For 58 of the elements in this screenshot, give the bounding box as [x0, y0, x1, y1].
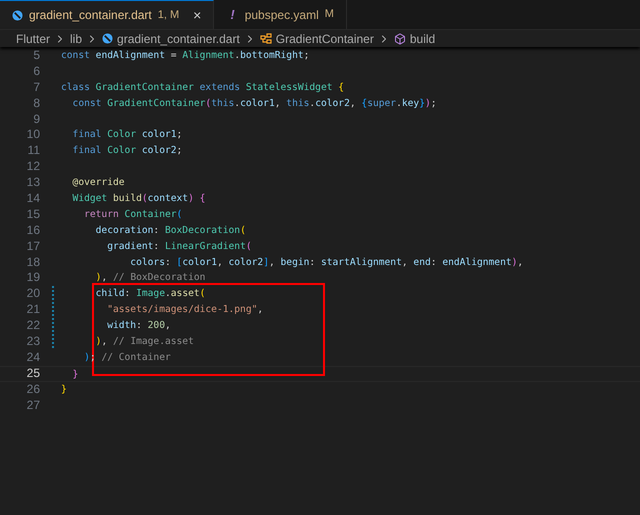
line-number: 6	[33, 64, 40, 80]
dart-icon	[12, 10, 23, 20]
code-line: return Container(	[83, 208, 182, 222]
line-number: 10	[26, 127, 40, 144]
code-line: const GradientContainer(this.color1, this.color2, {super.key});	[72, 96, 437, 111]
line-number: 13	[26, 175, 40, 192]
tab-status: 1, M	[158, 8, 180, 23]
line-number: 16	[26, 222, 40, 239]
code-line: ), // BoxDecoration	[94, 271, 206, 286]
cube-icon	[394, 32, 406, 44]
code-line: ); // Container	[83, 350, 171, 365]
line-number: 8	[33, 96, 40, 112]
code-line: ), // Image.asset	[94, 335, 194, 350]
code-line: colors: [color1, color2], begin: startAlignment, end: endAlignment),	[129, 256, 524, 270]
line-number: 7	[33, 80, 40, 96]
line-number: 25	[26, 366, 40, 382]
line-number: 19	[26, 270, 40, 286]
code-line: }	[72, 368, 78, 381]
line-number: 9	[33, 112, 40, 128]
code-line: const endAlignment = Alignment.bottomRight;	[61, 49, 310, 63]
line-number: 22	[26, 318, 40, 334]
code-line: final Color color1;	[72, 128, 182, 142]
code-line: width: 200,	[106, 319, 171, 334]
code-line: @override	[72, 176, 125, 190]
class-icon	[260, 32, 272, 44]
line-number: 27	[26, 398, 40, 414]
line-number: 18	[26, 254, 40, 270]
code-line: child: Image.asset(	[94, 287, 206, 302]
line-number: 11	[28, 143, 40, 160]
tab-label: pubspec.yaml	[244, 6, 319, 24]
line-number: 20	[26, 286, 40, 302]
breadcrumb-item[interactable]: build	[410, 30, 436, 48]
tab-label: gradient_container.dart	[29, 7, 152, 24]
breadcrumb-item[interactable]: Flutter	[16, 30, 50, 48]
code-line: decoration: BoxDecoration(	[94, 224, 246, 238]
code-line: Widget build(context) {	[72, 192, 206, 206]
exclamation-icon: !	[226, 4, 239, 24]
line-number: 21	[26, 302, 40, 318]
code-line: gradient: LinearGradient(	[106, 240, 252, 254]
line-number: 12	[26, 159, 40, 176]
line-number: 23	[26, 334, 40, 350]
code-line: }	[61, 382, 67, 397]
line-number: 14	[26, 191, 40, 207]
line-number: 24	[26, 350, 40, 366]
line-number: 26	[26, 382, 40, 398]
close-icon[interactable]: ×	[193, 4, 202, 26]
breadcrumb-item[interactable]: GradientContainer	[276, 30, 374, 48]
line-number: 5	[33, 48, 40, 64]
code-line: class GradientContainer extends StatelessWidget {	[61, 80, 344, 95]
tab-status: M	[324, 7, 334, 22]
line-number: 15	[26, 206, 40, 223]
editor-tab[interactable]: gradient_container.dart 1, M ×	[0, 0, 214, 29]
code-line: "assets/images/dice-1.png",	[106, 303, 264, 318]
breadcrumb-item[interactable]: lib	[70, 30, 82, 48]
code-line: final Color color2;	[72, 144, 182, 158]
line-number: 17	[26, 238, 40, 255]
dart-icon	[102, 33, 114, 44]
breadcrumb-item[interactable]: gradient_container.dart	[117, 30, 240, 48]
